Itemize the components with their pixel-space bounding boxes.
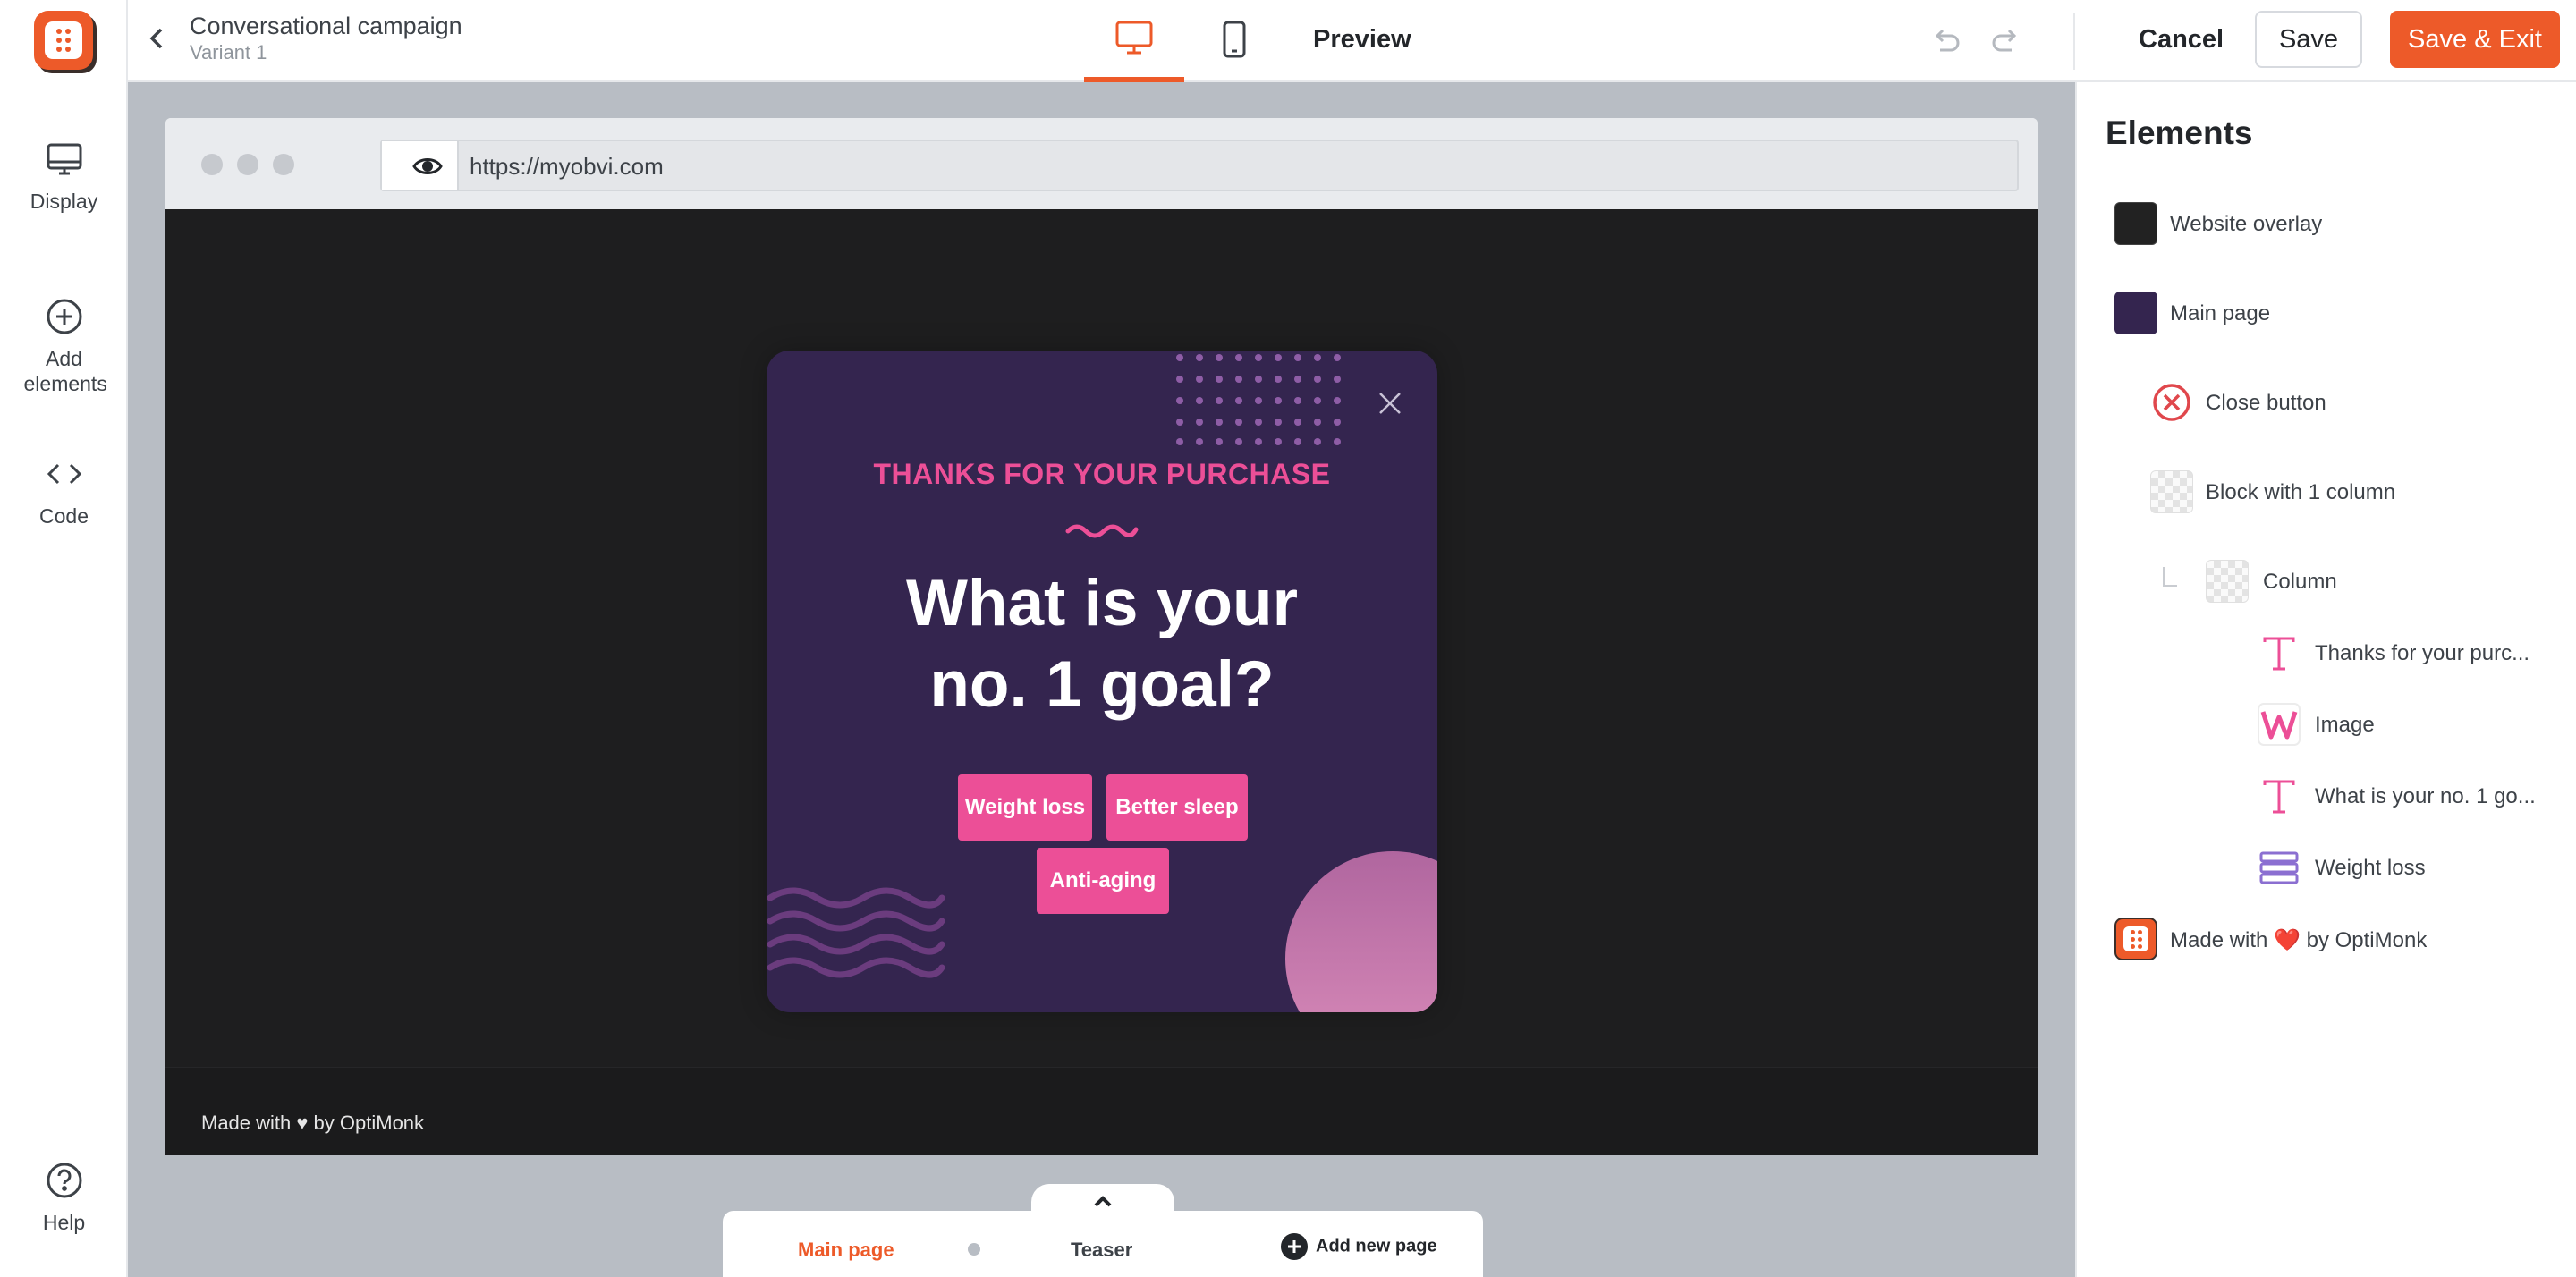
browser-dot [273, 154, 294, 175]
overlay-swatch-icon [2114, 202, 2157, 245]
browser-bar: https://myobvi.com [165, 118, 2038, 209]
element-block[interactable]: Block with 1 column [2077, 463, 2576, 517]
element-label: Column [2263, 570, 2337, 594]
image-icon [2258, 703, 2301, 746]
optimonk-logo-icon [2114, 918, 2157, 960]
page-tab-main[interactable]: Main page [798, 1239, 894, 1262]
browser-dot [201, 154, 223, 175]
popup-close-icon[interactable] [1377, 390, 1403, 417]
variant-label: Variant 1 [190, 41, 267, 63]
help-icon [47, 1163, 81, 1198]
element-image[interactable]: Image [2077, 696, 2576, 749]
elements-panel: Elements Website overlay Main page Close… [2075, 82, 2576, 1277]
nav-help-label: Help [42, 1211, 86, 1234]
top-toolbar: Conversational campaign Variant 1 Previe… [128, 0, 2576, 82]
element-label: Block with 1 column [2206, 480, 2396, 504]
cancel-button[interactable]: Cancel [2121, 11, 2241, 68]
nav-display-label: Display [30, 190, 98, 213]
element-label: Made with ❤️ by OptiMonk [2170, 928, 2428, 952]
redo-icon[interactable] [1988, 23, 2024, 59]
nav-code[interactable]: Code [0, 452, 128, 529]
element-label: Image [2315, 713, 2375, 737]
page-tab-separator [968, 1243, 980, 1256]
page-swatch-icon [2114, 292, 2157, 334]
preview-eye-button[interactable] [382, 141, 459, 190]
left-sidebar: Display Add elements Code Help [0, 0, 128, 1277]
popup-subtitle[interactable]: THANKS FOR YOUR PURCHASE [767, 458, 1437, 491]
element-made-with[interactable]: Made with ❤️ by OptiMonk [2077, 910, 2576, 964]
eye-icon [412, 158, 443, 174]
element-website-overlay[interactable]: Website overlay [2077, 195, 2576, 249]
url-text: https://myobvi.com [470, 153, 664, 180]
nav-help[interactable]: Help [0, 1159, 128, 1236]
elements-panel-title: Elements [2106, 114, 2253, 151]
popup-heading-line: no. 1 goal? [929, 647, 1275, 721]
toolbar-divider [2073, 13, 2075, 70]
popup-heading-line: What is your [905, 567, 1299, 639]
tree-connector [2163, 567, 2177, 587]
preview-link[interactable]: Preview [1313, 25, 1411, 55]
choice-better-sleep-button[interactable]: Better sleep [1106, 774, 1248, 841]
element-label: Close button [2206, 391, 2326, 415]
chevron-up-icon [1094, 1196, 1112, 1207]
element-label: What is your no. 1 go... [2315, 784, 2536, 808]
popup-main-page[interactable]: THANKS FOR YOUR PURCHASE What is your no… [767, 351, 1437, 1012]
squiggle-image[interactable] [1064, 520, 1140, 542]
back-arrow-icon[interactable] [144, 25, 171, 52]
nav-display[interactable]: Display [0, 138, 128, 215]
dot-pattern-decoration [1176, 354, 1341, 445]
save-exit-button[interactable]: Save & Exit [2390, 11, 2560, 68]
made-with-optimonk[interactable]: Made with ♥ by OptiMonk [201, 1112, 424, 1135]
editor-canvas: https://myobvi.com Made with ♥ by OptiMo… [128, 82, 2075, 1277]
block-icon [2150, 470, 2193, 513]
buttons-icon [2259, 851, 2299, 884]
popup-heading[interactable]: What is your no. 1 goal? [767, 563, 1437, 725]
text-icon [2263, 637, 2295, 671]
element-label: Main page [2170, 301, 2271, 326]
desktop-view-tab[interactable] [1084, 0, 1184, 82]
optimonk-logo-icon[interactable] [34, 11, 93, 70]
code-icon [47, 463, 81, 485]
mobile-view-tab[interactable] [1184, 0, 1284, 82]
url-bar[interactable]: https://myobvi.com [380, 140, 2019, 191]
monitor-icon [47, 143, 81, 175]
nav-add-elements[interactable]: Add elements [0, 295, 128, 396]
element-label: Thanks for your purc... [2315, 641, 2530, 665]
element-text-thanks[interactable]: Thanks for your purc... [2077, 624, 2576, 678]
element-close-button[interactable]: Close button [2077, 374, 2576, 427]
text-icon [2263, 780, 2295, 814]
wave-decoration [767, 887, 945, 978]
desktop-icon [1115, 21, 1153, 55]
nav-code-label: Code [39, 504, 89, 528]
nav-add-elements-label: Add elements [23, 347, 107, 395]
element-column[interactable]: Column [2077, 553, 2576, 606]
add-circle-icon [1281, 1233, 1308, 1260]
browser-dot [237, 154, 258, 175]
save-button[interactable]: Save [2255, 11, 2362, 68]
plus-circle-icon [47, 299, 81, 334]
add-new-page-label: Add new page [1316, 1236, 1437, 1256]
element-text-heading[interactable]: What is your no. 1 go... [2077, 767, 2576, 821]
column-icon [2206, 560, 2249, 603]
campaign-title: Conversational campaign [190, 13, 462, 39]
element-buttons[interactable]: Weight loss [2077, 839, 2576, 892]
add-new-page-button[interactable]: Add new page [1280, 1232, 1437, 1261]
close-circle-icon [2153, 384, 2190, 421]
choice-weight-loss-button[interactable]: Weight loss [958, 774, 1092, 841]
circle-decoration [1285, 851, 1437, 1012]
choice-anti-aging-button[interactable]: Anti-aging [1037, 848, 1169, 914]
element-label: Weight loss [2315, 856, 2426, 880]
undo-icon[interactable] [1928, 23, 1963, 59]
element-main-page[interactable]: Main page [2077, 284, 2576, 338]
page-tab-teaser[interactable]: Teaser [1071, 1239, 1132, 1262]
mobile-icon [1223, 21, 1246, 58]
element-label: Website overlay [2170, 212, 2323, 236]
site-footer [165, 1067, 2038, 1155]
